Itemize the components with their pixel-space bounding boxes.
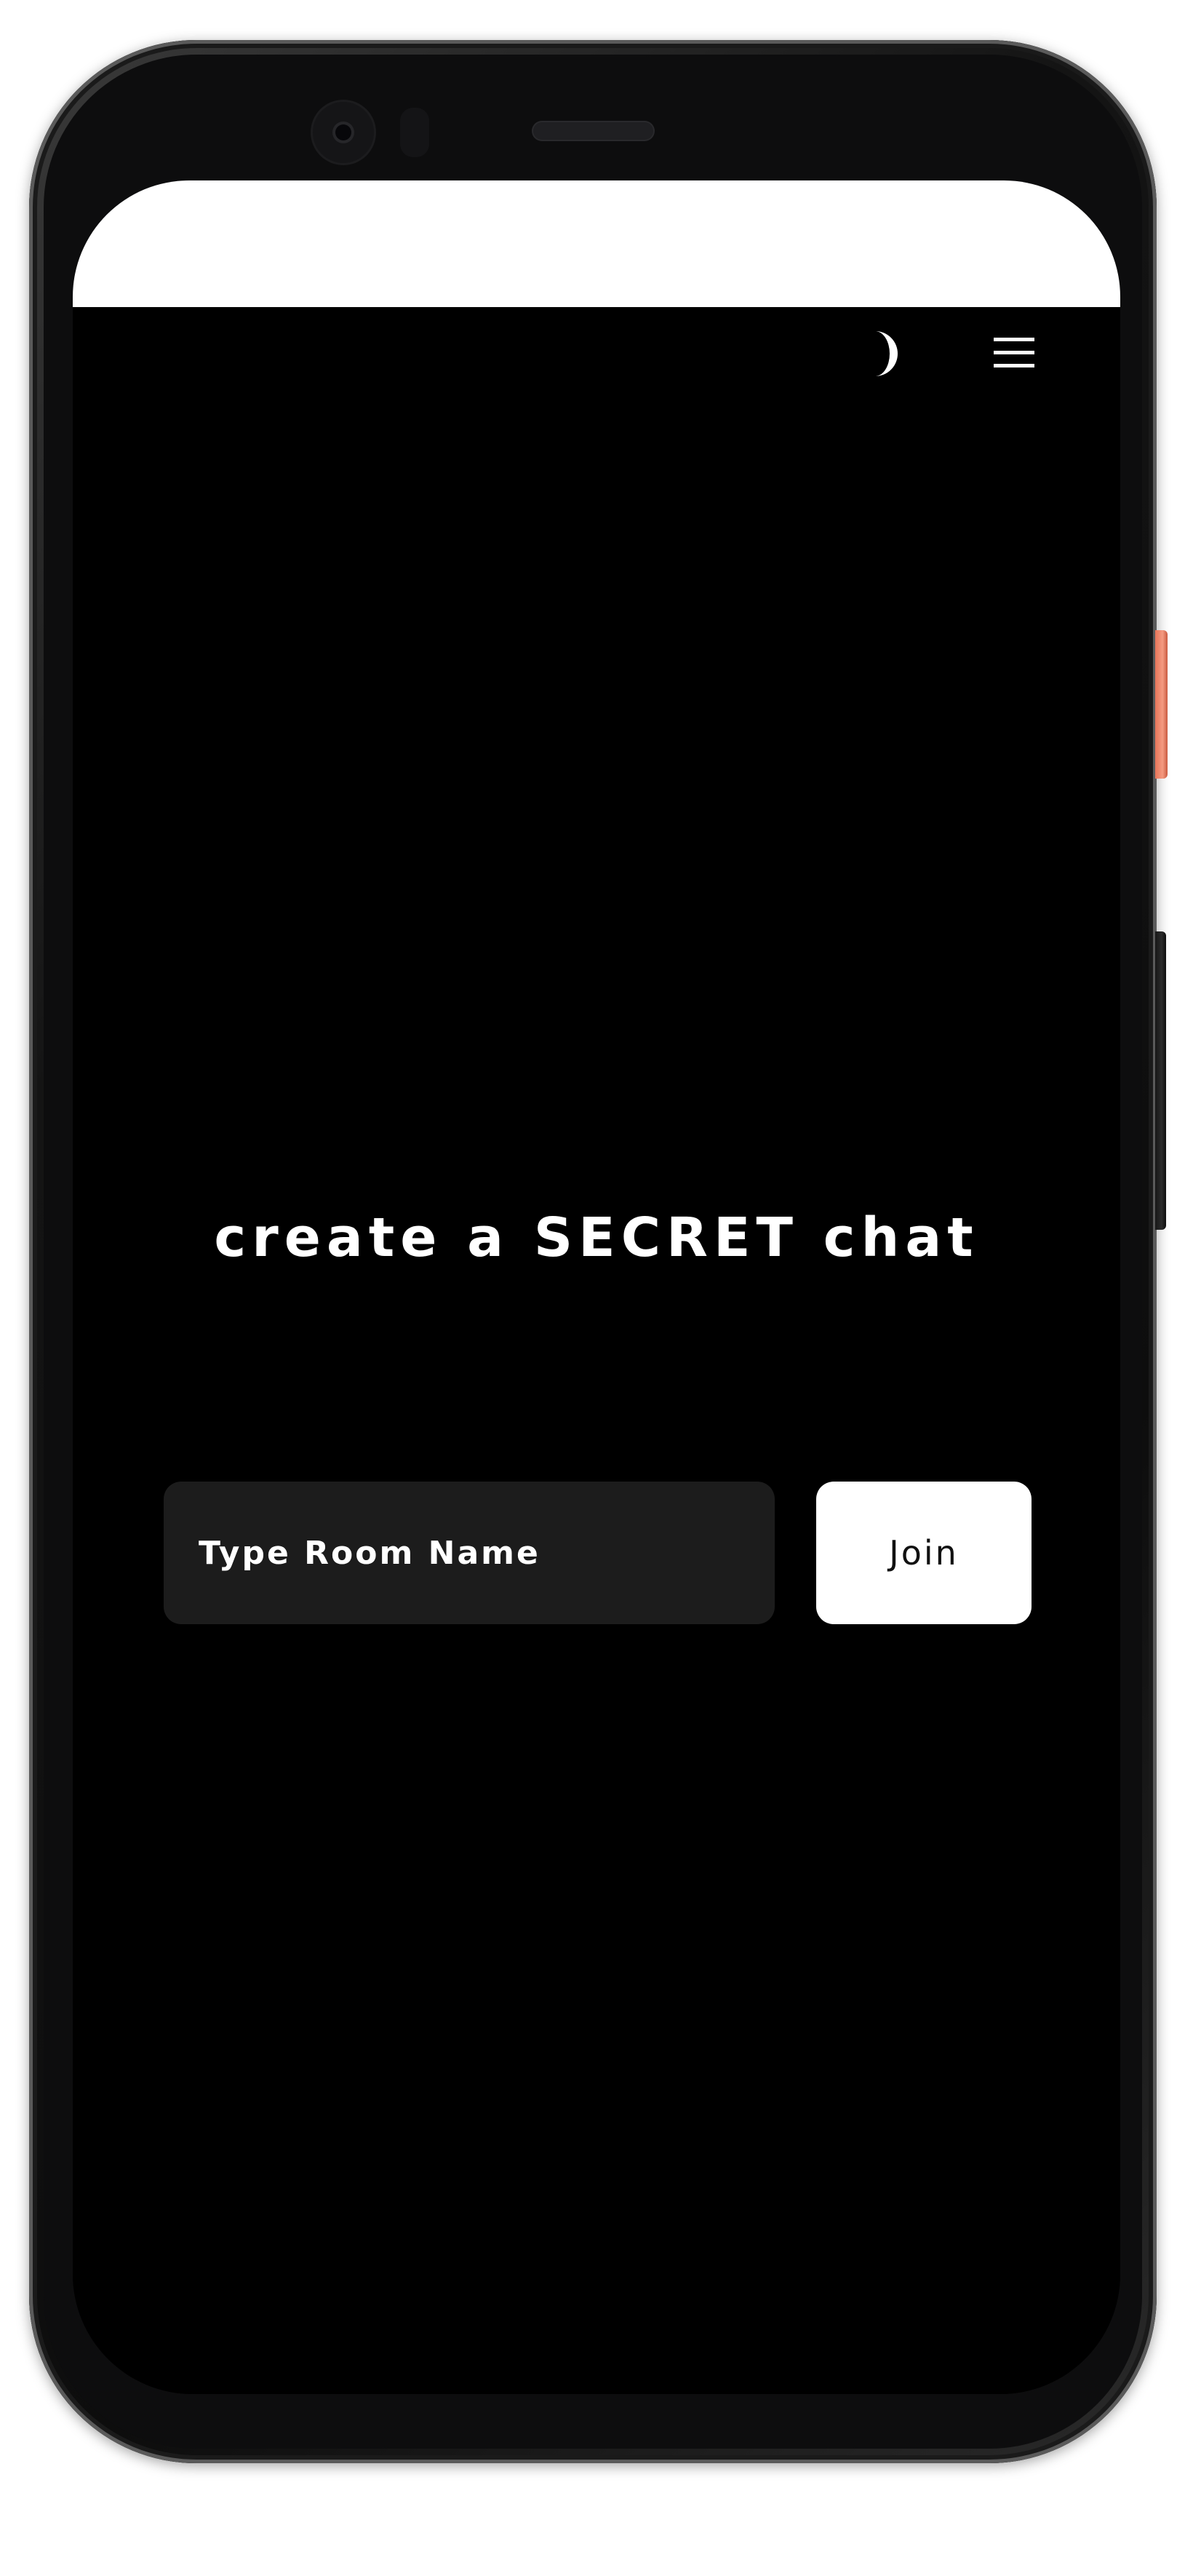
proximity-sensor — [400, 108, 429, 157]
hamburger-menu-icon — [994, 338, 1034, 367]
status-bar — [73, 180, 1120, 307]
menu-button[interactable] — [991, 329, 1042, 375]
volume-rocker — [1155, 931, 1166, 1230]
power-button — [1155, 630, 1168, 779]
crescent-moon-icon — [875, 331, 898, 376]
earpiece-speaker — [533, 122, 653, 140]
phone-screen: create a SECRET chat Join — [73, 180, 1120, 2394]
theme-toggle-button[interactable] — [846, 325, 911, 383]
front-camera — [313, 102, 374, 163]
room-name-input[interactable] — [164, 1482, 775, 1624]
app-view: create a SECRET chat Join — [73, 307, 1120, 2394]
page-headline: create a SECRET chat — [214, 1206, 979, 1269]
join-button[interactable]: Join — [816, 1482, 1032, 1624]
